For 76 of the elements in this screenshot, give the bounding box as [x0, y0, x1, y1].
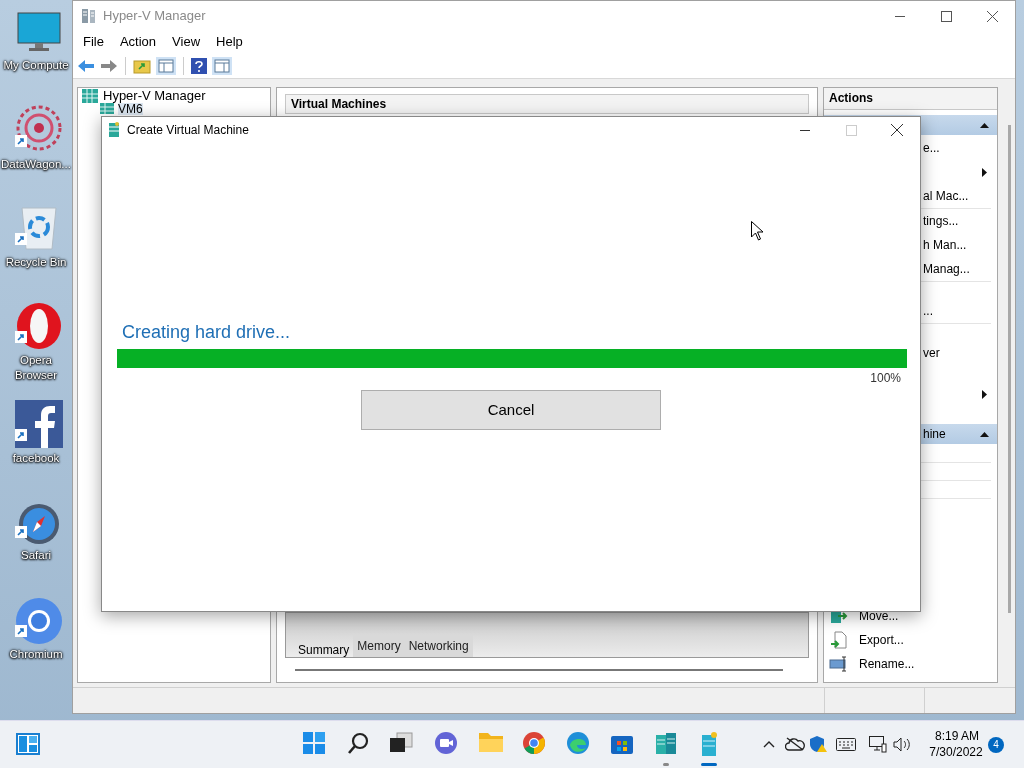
- cancel-button[interactable]: Cancel: [361, 390, 661, 430]
- shortcut-arrow-icon: [15, 233, 27, 245]
- shortcut-arrow-icon: [15, 331, 27, 343]
- tab[interactable]: Networking: [404, 635, 473, 657]
- notification-badge[interactable]: 4: [988, 737, 1004, 753]
- network-icon[interactable]: [869, 736, 887, 753]
- header-label: hine: [923, 426, 946, 443]
- chrome-icon[interactable]: [522, 731, 546, 755]
- dialog-title: Create Virtual Machine: [127, 122, 249, 139]
- window-title: Hyper-V Manager: [103, 7, 206, 26]
- collapse-triangle-icon[interactable]: [980, 431, 990, 437]
- cursor-icon: [751, 221, 764, 241]
- section-header: Virtual Machines: [284, 94, 810, 114]
- shortcut-arrow-icon: [15, 526, 27, 538]
- chat-icon[interactable]: [434, 731, 458, 755]
- submenu-arrow-icon[interactable]: [982, 389, 988, 399]
- maximize-icon: [940, 10, 952, 22]
- facebook-icon: [15, 400, 63, 448]
- tab[interactable]: Memory: [353, 635, 405, 657]
- shield-warning-icon[interactable]: [809, 735, 827, 753]
- shortcut-arrow-icon: [15, 135, 27, 147]
- chevron-up-icon[interactable]: [763, 740, 775, 748]
- maximize-icon: [845, 124, 857, 136]
- edge-icon[interactable]: [566, 731, 590, 755]
- close-icon: [891, 124, 903, 136]
- pane-link[interactable]: Rename...: [859, 655, 915, 673]
- console-tree-icon[interactable]: [156, 56, 176, 75]
- server-icon[interactable]: [654, 731, 678, 755]
- scroll-bar[interactable]: [294, 669, 783, 671]
- menu-item[interactable]: File: [75, 32, 112, 52]
- close-icon: [986, 10, 998, 22]
- monitor-icon: [17, 12, 61, 52]
- pane-link[interactable]: tings...: [923, 212, 959, 230]
- submenu-arrow-icon[interactable]: [982, 167, 988, 177]
- back-arrow-icon[interactable]: [77, 58, 95, 73]
- menu-item[interactable]: Help: [208, 32, 251, 52]
- server-grid-icon: [82, 88, 98, 103]
- shortcut-arrow-icon: [15, 429, 27, 441]
- menu-item[interactable]: View: [164, 32, 209, 52]
- progress-percent: 100%: [870, 370, 902, 387]
- minimize-icon: [800, 129, 810, 131]
- minimize-icon: [895, 15, 905, 17]
- pane-link[interactable]: ver: [923, 344, 940, 362]
- forward-arrow-icon[interactable]: [100, 58, 118, 73]
- task-view-icon[interactable]: [389, 731, 413, 753]
- pane-link[interactable]: ...: [923, 302, 934, 320]
- opera-icon: [15, 302, 63, 350]
- pane-link[interactable]: Export...: [859, 631, 904, 649]
- tree-item[interactable]: VM6: [118, 103, 143, 115]
- help-icon[interactable]: [191, 57, 207, 74]
- start-icon[interactable]: [302, 731, 326, 755]
- clock-date[interactable]: 7/30/2022: [924, 745, 988, 760]
- pane-link[interactable]: h Man...: [923, 236, 967, 254]
- pane-link[interactable]: al Mac...: [923, 187, 969, 205]
- chromium-icon: [15, 597, 63, 645]
- tab[interactable]: Summary: [293, 637, 354, 657]
- collapse-triangle-icon[interactable]: [980, 122, 990, 128]
- cloud-icon[interactable]: [785, 737, 805, 751]
- export-icon: [830, 631, 849, 649]
- clock-time[interactable]: 8:19 AM: [926, 729, 988, 744]
- status-message: Creating hard drive...: [121, 321, 292, 344]
- action-pane-icon[interactable]: [212, 56, 232, 75]
- search-icon[interactable]: [346, 731, 370, 755]
- hard-drive-icon: [108, 122, 120, 138]
- menu-item[interactable]: Action: [111, 32, 165, 52]
- keyboard-icon[interactable]: [836, 738, 856, 751]
- recycle-bin-icon: [19, 205, 59, 251]
- shortcut-arrow-icon: [15, 625, 27, 637]
- widgets-icon[interactable]: [16, 733, 40, 755]
- pane-link[interactable]: Manag...: [923, 260, 970, 278]
- folder-up-icon[interactable]: [133, 57, 151, 74]
- server-icon: [81, 8, 97, 24]
- pane-link[interactable]: e...: [923, 139, 940, 157]
- pane-header: Actions: [824, 88, 998, 110]
- server-grid-icon: [100, 103, 114, 114]
- volume-icon[interactable]: [893, 737, 911, 752]
